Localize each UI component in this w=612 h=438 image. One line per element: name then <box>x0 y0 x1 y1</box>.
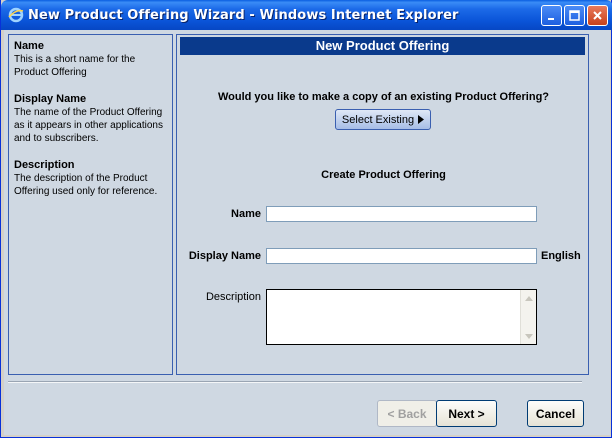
name-label: Name <box>231 208 261 220</box>
window-title: New Product Offering Wizard - Windows In… <box>28 7 459 23</box>
help-description: Description The description of the Produ… <box>14 159 167 198</box>
help-text: The name of the Product Offering as it a… <box>14 107 163 144</box>
divider <box>8 381 582 383</box>
description-label: Description <box>205 291 261 303</box>
description-scrollbar[interactable] <box>520 290 536 344</box>
browser-window: New Product Offering Wizard - Windows In… <box>0 0 612 438</box>
panel-title: New Product Offering <box>180 37 585 55</box>
help-text: The description of the Product Offering … <box>14 173 158 197</box>
help-name: Name This is a short name for the Produc… <box>14 40 167 79</box>
help-text: This is a short name for the Product Off… <box>14 54 136 78</box>
next-button[interactable]: Next > <box>436 400 497 427</box>
help-title: Name <box>14 40 44 52</box>
help-display-name: Display Name The name of the Product Off… <box>14 93 167 145</box>
help-title: Display Name <box>14 93 87 105</box>
close-icon <box>593 11 602 20</box>
name-input[interactable] <box>266 206 537 222</box>
display-name-input[interactable] <box>266 248 537 264</box>
title-bar[interactable]: New Product Offering Wizard - Windows In… <box>1 0 612 30</box>
page-content: Name This is a short name for the Produc… <box>4 30 610 435</box>
display-name-label: Display Name <box>188 250 261 262</box>
select-existing-label: Select Existing <box>341 113 415 126</box>
language-label: English <box>541 250 581 262</box>
copy-question: Would you like to make a copy of an exis… <box>217 91 550 103</box>
offering-form-panel: New Product Offering Would you like to m… <box>176 34 589 375</box>
description-textarea[interactable] <box>266 289 537 345</box>
minimize-icon <box>547 17 554 20</box>
minimize-button[interactable] <box>541 5 562 26</box>
scroll-up-icon[interactable] <box>522 291 536 305</box>
triangle-right-icon <box>418 115 425 124</box>
back-button[interactable]: < Back <box>377 400 437 427</box>
cancel-button[interactable]: Cancel <box>527 400 584 427</box>
maximize-button[interactable] <box>564 5 585 26</box>
internet-explorer-icon <box>8 7 24 23</box>
scroll-down-icon[interactable] <box>522 329 536 343</box>
create-section-title: Create Product Offering <box>321 169 446 181</box>
help-panel: Name This is a short name for the Produc… <box>8 34 173 375</box>
select-existing-button[interactable]: Select Existing <box>335 109 431 130</box>
close-button[interactable] <box>587 5 608 26</box>
maximize-icon <box>569 10 580 21</box>
help-title: Description <box>14 159 75 171</box>
